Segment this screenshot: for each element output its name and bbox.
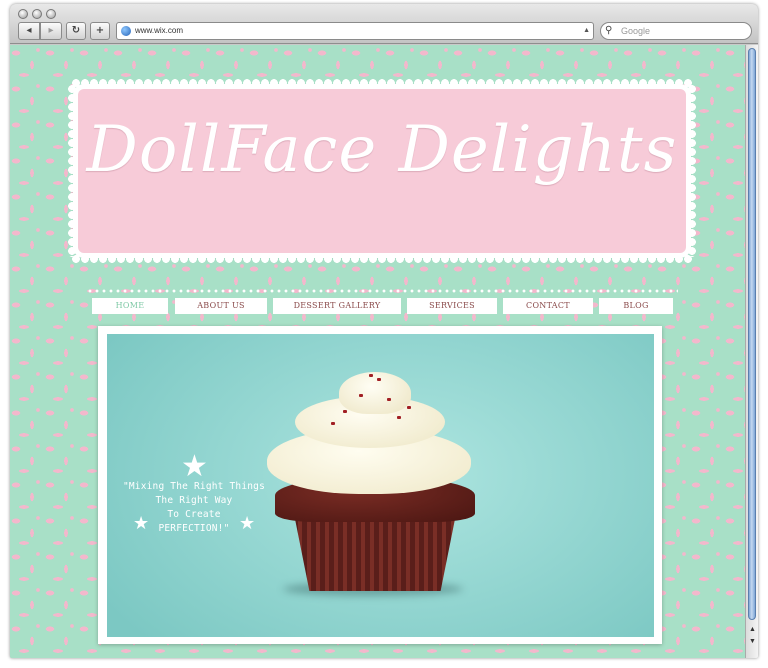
quote-line: "Mixing The Right Things (122, 481, 266, 492)
scrollbar-thumb[interactable] (748, 48, 756, 620)
red-velvet-crumb (377, 378, 381, 381)
plus-icon: + (95, 25, 105, 36)
nav-home[interactable]: HOME (92, 298, 168, 314)
red-velvet-crumb (343, 410, 347, 413)
page-viewport: DollFace Delights HOME ABOUT US DESSERT … (10, 45, 745, 658)
browser-window: ◂ ▸ ↻ + www.wix.com ▲ ⚲ Google DollFace … (10, 4, 758, 658)
nav-contact[interactable]: CONTACT (503, 298, 593, 314)
reload-icon: ↻ (71, 25, 81, 36)
red-velvet-crumb (407, 406, 411, 409)
red-velvet-crumb (331, 422, 335, 425)
hero-frame: ★ ★ ★ "Mixing The Right Things The Right… (98, 326, 662, 644)
reload-button[interactable]: ↻ (66, 22, 86, 40)
back-button[interactable]: ◂ (18, 22, 40, 40)
search-input[interactable]: ⚲ Google (600, 22, 752, 40)
nav-services[interactable]: SERVICES (407, 298, 497, 314)
star-icon: ★ (181, 450, 208, 483)
search-placeholder: Google (621, 26, 651, 36)
dotted-divider (88, 289, 678, 293)
close-window-button[interactable] (18, 9, 28, 19)
vertical-scrollbar[interactable]: ▲ ▼ (745, 45, 758, 658)
add-bookmark-button[interactable]: + (90, 22, 110, 40)
nav-about-us[interactable]: ABOUT US (175, 298, 267, 314)
globe-icon (121, 26, 131, 36)
hero-quote: "Mixing The Right Things The Right Way T… (119, 480, 269, 536)
browser-toolbar: ◂ ▸ ↻ + www.wix.com ▲ ⚲ Google (10, 4, 758, 44)
back-arrow-icon: ◂ (26, 25, 32, 36)
address-dropdown-icon[interactable]: ▲ (583, 23, 590, 39)
red-velvet-crumb (397, 416, 401, 419)
nav-dessert-gallery[interactable]: DESSERT GALLERY (273, 298, 401, 314)
cupcake-hero-image: ★ ★ ★ "Mixing The Right Things The Right… (107, 334, 654, 637)
zoom-window-button[interactable] (46, 9, 56, 19)
red-velvet-crumb (369, 374, 373, 377)
scallop-right (688, 85, 696, 257)
address-url: www.wix.com (135, 26, 184, 35)
scroll-down-arrow-icon[interactable]: ▼ (747, 636, 758, 647)
red-velvet-crumb (359, 394, 363, 397)
red-velvet-crumb (387, 398, 391, 401)
forward-button[interactable]: ▸ (40, 22, 62, 40)
site-header: DollFace Delights (68, 79, 696, 263)
scroll-up-arrow-icon[interactable]: ▲ (747, 624, 758, 635)
forward-arrow-icon: ▸ (48, 25, 54, 36)
minimize-window-button[interactable] (32, 9, 42, 19)
scallop-left (68, 85, 76, 257)
address-bar[interactable]: www.wix.com ▲ (116, 22, 594, 40)
search-icon: ⚲ (605, 25, 613, 36)
quote-line: PERFECTION!" (158, 523, 230, 534)
quote-line: To Create (167, 509, 221, 520)
frosting-top (339, 372, 411, 414)
nav-blog[interactable]: BLOG (599, 298, 673, 314)
quote-line: The Right Way (155, 495, 233, 506)
site-title: DollFace Delights (86, 113, 678, 187)
